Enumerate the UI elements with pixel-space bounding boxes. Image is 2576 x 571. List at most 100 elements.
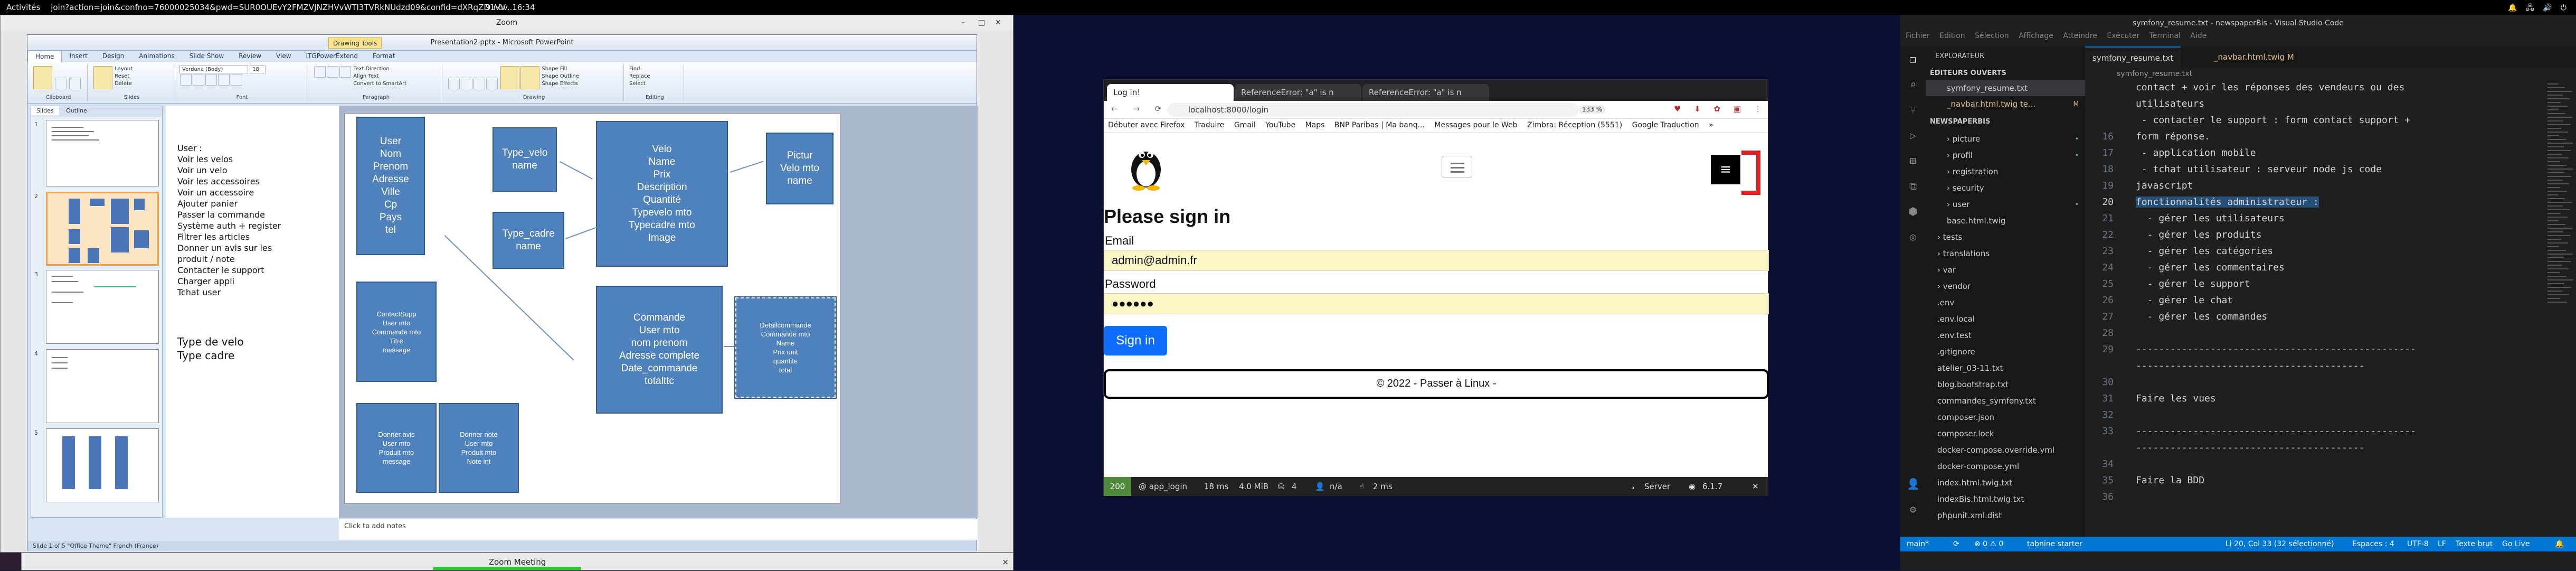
browser-tab-login[interactable]: Log in! xyxy=(1107,84,1234,101)
tab-slides[interactable]: Slides xyxy=(31,106,59,115)
user-entity-box[interactable]: User Nom Prenom Adresse Ville Cp Pays tel xyxy=(356,117,425,255)
code-line[interactable]: 22 - gérer les produits xyxy=(2085,228,2544,242)
tabnine-status[interactable]: tabnine starter xyxy=(2027,537,2082,551)
settings-gear-icon[interactable]: ⚙ xyxy=(1907,503,1919,516)
project-header[interactable]: NEWSPAPERBIS xyxy=(1926,114,2085,130)
extensions-icon[interactable]: ⊞ xyxy=(1907,154,1919,167)
minimap[interactable] xyxy=(2544,80,2576,537)
go-live-button[interactable]: Go Live xyxy=(2502,537,2530,551)
font-size-select[interactable]: 18 xyxy=(250,65,266,73)
tab-home[interactable]: Home xyxy=(27,51,62,62)
find-button[interactable]: Find xyxy=(629,66,640,72)
notifications-icon[interactable]: 🔔 xyxy=(2555,537,2564,551)
cut-icon[interactable] xyxy=(55,78,67,89)
tux-logo-icon[interactable] xyxy=(1120,139,1172,192)
tree-item[interactable]: composer.json xyxy=(1926,409,2085,425)
contact-support-box[interactable]: ContactSupp User mto Commande mto Titre mess… xyxy=(356,282,437,382)
detail-commande-box[interactable]: Detailcommande Commande mto Name Prix unit q… xyxy=(734,296,837,399)
tree-item[interactable]: .env.test xyxy=(1926,327,2085,343)
bold-icon[interactable] xyxy=(180,74,192,86)
code-line[interactable]: 21 - gérer les utilisateurs xyxy=(2085,211,2544,226)
slide-thumb-2[interactable] xyxy=(46,192,159,266)
text-direction-button[interactable]: Text Direction xyxy=(353,66,390,72)
email-field[interactable]: admin@admin.fr xyxy=(1104,250,1769,271)
replace-button[interactable]: Replace xyxy=(629,73,650,79)
code-line[interactable]: 18 - tchat utilisateur : serveur node js… xyxy=(2085,162,2544,176)
clock[interactable]: 9 nov. 16:34 xyxy=(486,3,535,12)
menu-icon[interactable]: ≡ xyxy=(1711,155,1740,184)
donner-note-box[interactable]: Donner note User mto Produit mto Note int xyxy=(439,403,519,493)
code-line[interactable]: contact + voir les réponses des vendeurs… xyxy=(2085,80,2544,95)
tab-format[interactable]: Format xyxy=(365,51,402,62)
close-toolbar-icon[interactable]: ✕ xyxy=(1752,477,1759,496)
type-velo-box[interactable]: Type_velo name xyxy=(493,127,557,192)
font-color-icon[interactable] xyxy=(231,74,242,86)
tree-item[interactable]: commandes_symfony.txt xyxy=(1926,393,2085,409)
bookmark-item[interactable]: BNP Paribas | Ma banq... xyxy=(1334,121,1425,129)
twig-time[interactable]: 2 ms xyxy=(1373,477,1393,496)
bookmark-item[interactable]: Traduire xyxy=(1195,121,1225,129)
numbering-icon[interactable] xyxy=(327,66,338,78)
password-field[interactable]: ●●●●●● xyxy=(1104,293,1769,314)
code-line[interactable]: 35 Faire la BDD xyxy=(2085,473,2544,488)
bullets-icon[interactable] xyxy=(314,66,326,78)
source-control-icon[interactable]: ⑂ xyxy=(1907,104,1919,116)
arrange-icon[interactable] xyxy=(500,66,520,89)
tree-item[interactable]: .env xyxy=(1926,295,2085,311)
symfony-version[interactable]: 6.1.7 xyxy=(1702,477,1722,496)
breadcrumb[interactable]: symfony_resume.txt xyxy=(2085,68,2576,80)
tab-animations[interactable]: Animations xyxy=(131,51,182,62)
search-icon[interactable]: ⌕ xyxy=(1907,78,1919,91)
problems-indicator[interactable]: ⊗ 0 ⚠ 0 xyxy=(1974,537,2003,551)
tree-item[interactable]: › user • xyxy=(1926,196,2085,212)
navbar-toggler[interactable] xyxy=(1442,156,1472,178)
code-line[interactable]: 32 xyxy=(2085,408,2544,422)
route-name[interactable]: @ app_login xyxy=(1139,477,1187,496)
tab-design[interactable]: Design xyxy=(95,51,131,62)
activities-button[interactable]: Activités xyxy=(6,3,40,12)
close-icon[interactable]: × xyxy=(1002,553,1009,571)
code-line[interactable]: 36 xyxy=(2085,490,2544,504)
tree-item[interactable]: atelier_03-11.txt xyxy=(1926,360,2085,376)
slide-thumb-4[interactable] xyxy=(46,349,159,423)
code-line[interactable]: 34 xyxy=(2085,457,2544,471)
underline-icon[interactable] xyxy=(205,74,217,86)
editor-tab-resume[interactable]: symfony_resume.txt xyxy=(2085,46,2181,68)
commande-entity-box[interactable]: Commande User mto nom prenom Adresse comple… xyxy=(596,286,723,414)
code-line[interactable]: 27 - gérer les commandes xyxy=(2085,310,2544,324)
tree-item[interactable]: › registration xyxy=(1926,164,2085,180)
tree-item[interactable]: indexBis.html.twig.txt xyxy=(1926,491,2085,507)
tree-item[interactable]: › profil • xyxy=(1926,147,2085,163)
tree-item[interactable]: phpunit.xml.dist xyxy=(1926,508,2085,523)
type-cadre-box[interactable]: Type_cadre name xyxy=(493,212,564,269)
tree-item[interactable]: › vendor xyxy=(1926,278,2085,294)
tree-item[interactable]: docker-compose.override.yml xyxy=(1926,442,2085,458)
tab-itgpowerextend[interactable]: ITGPowerExtend xyxy=(299,51,365,62)
tree-item[interactable]: › var xyxy=(1926,262,2085,278)
editor-tab-navbar[interactable]: _navbar.html.twig M xyxy=(2206,46,2302,68)
tree-item[interactable]: › security xyxy=(1926,180,2085,196)
zoom-level[interactable]: 133 % xyxy=(1579,105,1606,114)
slide-thumb-5[interactable] xyxy=(46,428,159,502)
extension-icons[interactable]: ♥ ⬇ ✿ ▣ ⋮ xyxy=(1674,104,1767,114)
tree-item[interactable]: docker-compose.yml xyxy=(1926,458,2085,474)
address-bar[interactable]: localhost:8000/login xyxy=(1167,103,1579,117)
code-line[interactable]: ---------------------------------------- xyxy=(2085,359,2544,373)
tab-slide-show[interactable]: Slide Show xyxy=(182,51,231,62)
bookmark-item[interactable]: YouTube xyxy=(1265,121,1295,129)
status-code[interactable]: 200 xyxy=(1104,477,1131,496)
font-select[interactable]: Verdana (Body) xyxy=(179,65,248,73)
tab-insert[interactable]: Insert xyxy=(62,51,94,62)
nav-buttons[interactable]: ← → ⟳ xyxy=(1111,104,1168,114)
slide-thumb-3[interactable] xyxy=(46,270,159,344)
code-line[interactable]: 16 form réponse. xyxy=(2085,129,2544,144)
code-line[interactable]: - contacter le support : form contact su… xyxy=(2085,113,2544,127)
code-line[interactable]: 23 - gérer les catégories xyxy=(2085,244,2544,258)
drawing-tools-tab[interactable]: Drawing Tools xyxy=(328,37,382,49)
bookmark-item[interactable]: Zimbra: Réception (5551) xyxy=(1527,121,1622,129)
sync-icon[interactable]: ⟳ xyxy=(1953,537,1959,551)
close-icon[interactable]: ✕ xyxy=(995,15,1001,30)
shapes-icon[interactable] xyxy=(448,78,460,89)
tree-item[interactable]: index.html.twig.txt xyxy=(1926,475,2085,491)
account-icon[interactable]: 👤 xyxy=(1907,478,1920,490)
